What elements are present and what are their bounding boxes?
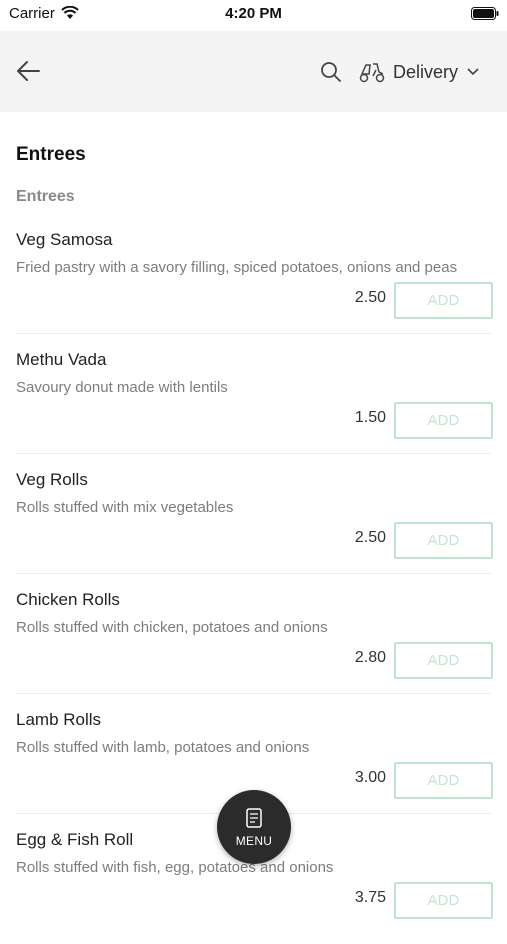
add-button[interactable]: ADD <box>394 882 493 919</box>
item-description: Rolls stuffed with fish, egg, potatoes a… <box>16 859 334 876</box>
back-arrow-icon[interactable] <box>15 59 41 83</box>
item-price: 2.80 <box>354 649 386 666</box>
menu-item: Chicken Rolls Rolls stuffed with chicken… <box>0 584 507 704</box>
divider <box>16 453 491 454</box>
add-button[interactable]: ADD <box>394 762 493 799</box>
item-name: Veg Samosa <box>16 230 113 249</box>
item-description: Fried pastry with a savory filling, spic… <box>16 259 458 276</box>
add-button[interactable]: ADD <box>394 402 493 439</box>
item-description: Rolls stuffed with lamb, potatoes and on… <box>16 739 310 756</box>
menu-item: Veg Rolls Rolls stuffed with mix vegetab… <box>0 464 507 584</box>
delivery-scooter-icon <box>359 63 385 83</box>
battery-icon <box>471 7 499 20</box>
menu-button-label: MENU <box>235 834 273 848</box>
menu-item: Methu Vada Savoury donut made with lenti… <box>0 344 507 464</box>
item-name: Lamb Rolls <box>16 710 102 729</box>
item-description: Rolls stuffed with mix vegetables <box>16 499 234 516</box>
item-name: Methu Vada <box>16 350 107 369</box>
item-price: 3.00 <box>354 769 386 786</box>
item-price: 3.75 <box>354 889 386 906</box>
item-description: Rolls stuffed with chicken, potatoes and… <box>16 619 328 636</box>
chevron-down-icon <box>467 68 479 76</box>
item-description: Savoury donut made with lentils <box>16 379 228 396</box>
menu-item: Veg Samosa Fried pastry with a savory fi… <box>0 224 507 344</box>
menu-book-icon <box>246 808 262 828</box>
item-name: Egg & Fish Roll <box>16 830 134 849</box>
item-price: 1.50 <box>354 409 386 426</box>
item-name: Chicken Rolls <box>16 590 120 609</box>
status-time: 4:20 PM <box>225 5 282 22</box>
delivery-mode-dropdown[interactable]: Delivery <box>358 57 479 87</box>
delivery-mode-label: Delivery <box>393 61 459 82</box>
search-icon[interactable] <box>320 61 342 83</box>
add-button[interactable]: ADD <box>394 522 493 559</box>
category-title: Entrees <box>16 188 75 205</box>
menu-button[interactable]: MENU <box>217 790 291 864</box>
divider <box>16 573 491 574</box>
item-price: 2.50 <box>354 529 386 546</box>
divider <box>16 693 491 694</box>
top-navigation-bar: Delivery <box>0 31 507 112</box>
status-bar: Carrier 4:20 PM <box>0 0 507 30</box>
item-name: Veg Rolls <box>16 470 88 489</box>
section-title: Entrees <box>16 144 86 165</box>
divider <box>16 333 491 334</box>
add-button[interactable]: ADD <box>394 642 493 679</box>
item-price: 2.50 <box>354 289 386 306</box>
add-button[interactable]: ADD <box>394 282 493 319</box>
